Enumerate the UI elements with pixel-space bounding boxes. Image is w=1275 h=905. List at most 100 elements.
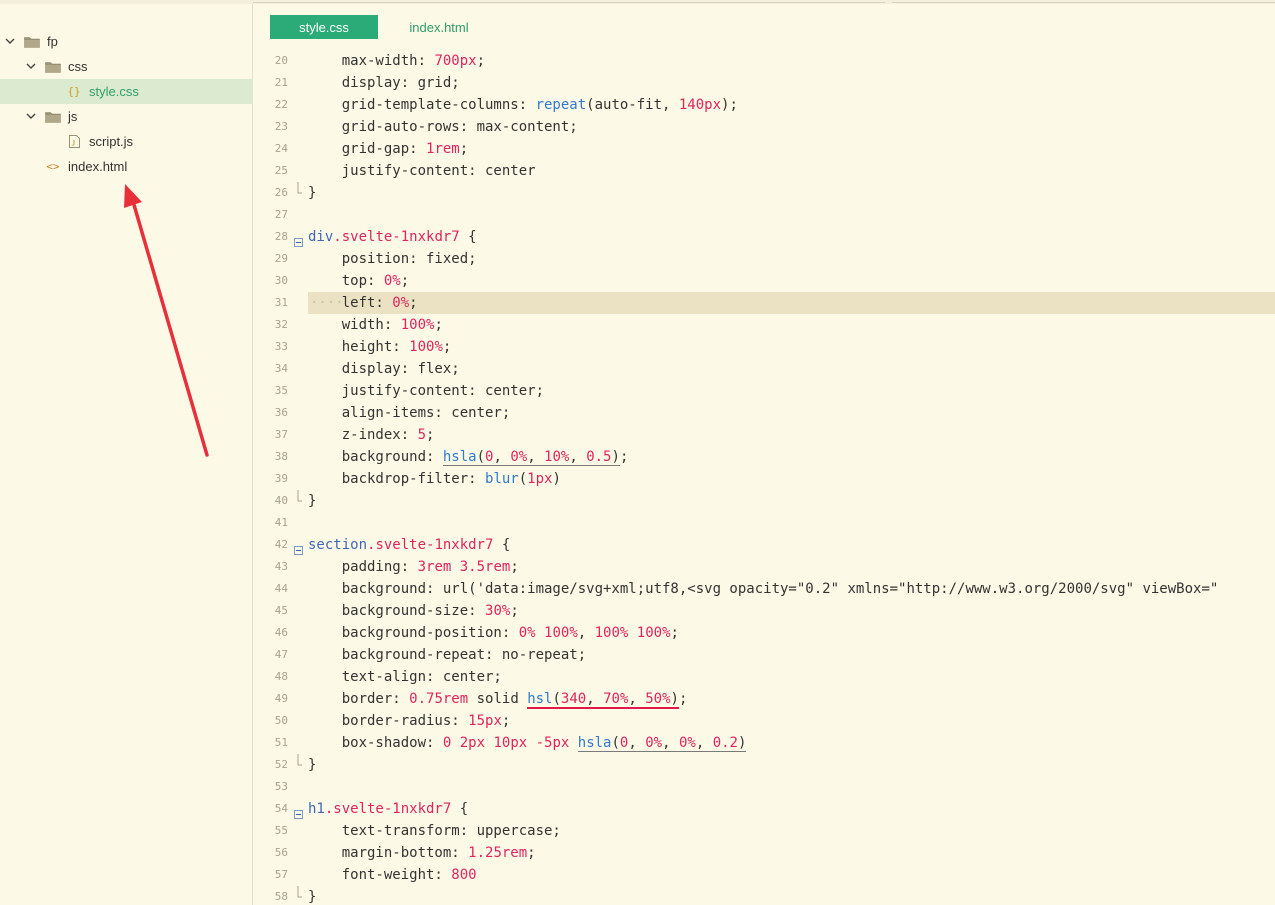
code-line[interactable]: 56 margin-bottom: 1.25rem;: [254, 842, 1275, 864]
line-number: 28: [274, 230, 288, 243]
code-text: height: 100%;: [308, 336, 452, 358]
code-line[interactable]: 58}: [254, 886, 1275, 905]
code-token: (: [476, 449, 486, 466]
code-token: top:: [308, 273, 384, 289]
line-number: 38: [274, 450, 288, 463]
line-number: 47: [274, 648, 288, 661]
code-line[interactable]: 41: [254, 512, 1275, 534]
tree-item-style-css[interactable]: {} style.css: [0, 79, 253, 104]
code-token: ;: [670, 625, 679, 641]
code-token: ): [611, 449, 620, 466]
code-line[interactable]: 48 text-align: center;: [254, 666, 1275, 688]
tree-item-label: script.js: [89, 134, 134, 149]
code-line[interactable]: 47 background-repeat: no-repeat;: [254, 644, 1275, 666]
code-token: ,: [527, 449, 545, 466]
tree-item-fp[interactable]: fp: [0, 29, 253, 54]
line-number: 25: [274, 164, 288, 177]
code-text: grid-auto-rows: max-content;: [308, 116, 578, 138]
code-token: 30: [485, 603, 502, 619]
code-line[interactable]: 20 max-width: 700px;: [254, 50, 1275, 72]
code-line[interactable]: 50 border-radius: 15px;: [254, 710, 1275, 732]
code-line[interactable]: 54 h1.svelte-1nxkdr7 {: [254, 798, 1275, 820]
code-token: ;: [510, 603, 519, 619]
code-line[interactable]: 43 padding: 3rem 3.5rem;: [254, 556, 1275, 578]
code-token: 1: [527, 471, 536, 487]
code-line[interactable]: 53: [254, 776, 1275, 798]
code-token: border-radius:: [308, 713, 469, 729]
code-line[interactable]: 26}: [254, 182, 1275, 204]
tab-index-html[interactable]: index.html: [394, 15, 484, 39]
code-line[interactable]: 30 top: 0%;: [254, 270, 1275, 292]
code-line[interactable]: 23 grid-auto-rows: max-content;: [254, 116, 1275, 138]
tree-item-js[interactable]: js: [0, 104, 253, 129]
code-line[interactable]: 49 border: 0.75rem solid hsl(340, 70%, 5…: [254, 688, 1275, 710]
code-text: text-align: center;: [308, 666, 502, 688]
code-line[interactable]: 24 grid-gap: 1rem;: [254, 138, 1275, 160]
tree-item-script-js[interactable]: script.js: [0, 129, 253, 154]
code-text-wrap: section.svelte-1nxkdr7 {: [308, 534, 1275, 556]
line-number: 52: [274, 758, 288, 771]
code-text: }: [308, 182, 316, 204]
code-line[interactable]: 25 justify-content: center: [254, 160, 1275, 182]
code-text: width: 100%;: [308, 314, 443, 336]
code-line[interactable]: 45 background-size: 30%;: [254, 600, 1275, 622]
code-token: repeat: [535, 97, 587, 113]
fold-toggle-icon[interactable]: [294, 540, 303, 555]
code-line[interactable]: 44 background: url('data:image/svg+xml;u…: [254, 578, 1275, 600]
code-line[interactable]: 33 height: 100%;: [254, 336, 1275, 358]
code-line[interactable]: 22 grid-template-columns: repeat(auto-fi…: [254, 94, 1275, 116]
line-number: 54: [274, 802, 288, 815]
code-line[interactable]: 55 text-transform: uppercase;: [254, 820, 1275, 842]
fold-end-marker: [294, 490, 303, 505]
chevron-down-icon[interactable]: [4, 36, 16, 48]
code-line[interactable]: 28 div.svelte-1nxkdr7 {: [254, 226, 1275, 248]
fold-toggle-icon[interactable]: [294, 232, 303, 247]
code-line[interactable]: 34 display: flex;: [254, 358, 1275, 380]
code-editor: style.css index.html 20 max-width: 700px…: [254, 4, 1275, 905]
code-line[interactable]: 38 background: hsla(0, 0%, 10%, 0.5);: [254, 446, 1275, 468]
code-text: max-width: 700px;: [308, 50, 485, 72]
code-line[interactable]: 29 position: fixed;: [254, 248, 1275, 270]
code-token: ): [737, 735, 747, 752]
tree-item-css[interactable]: css: [0, 54, 253, 79]
code-line[interactable]: 52}: [254, 754, 1275, 776]
code-line[interactable]: 35 justify-content: center;: [254, 380, 1275, 402]
code-text: box-shadow: 0 2px 10px -5px hsla(0, 0%, …: [308, 732, 747, 754]
code-token: 15: [468, 713, 486, 729]
code-line[interactable]: 40}: [254, 490, 1275, 512]
code-token: rem: [485, 559, 511, 575]
code-token: ,: [695, 735, 713, 752]
chevron-down-icon[interactable]: [25, 111, 37, 123]
code-line[interactable]: 46 background-position: 0% 100%, 100% 10…: [254, 622, 1275, 644]
code-line[interactable]: 39 backdrop-filter: blur(1px): [254, 468, 1275, 490]
code-line[interactable]: 36 align-items: center;: [254, 402, 1275, 424]
code-line[interactable]: 42 section.svelte-1nxkdr7 {: [254, 534, 1275, 556]
code-token: 10: [544, 449, 561, 466]
code-line[interactable]: 31 ···· left: 0%;: [254, 292, 1275, 314]
code-token: backdrop-filter:: [308, 471, 486, 487]
code-token: background-size:: [308, 603, 486, 619]
code-line[interactable]: 37 z-index: 5;: [254, 424, 1275, 446]
code-token: 5: [417, 427, 427, 443]
code-line[interactable]: 51 box-shadow: 0 2px 10px -5px hsla(0, 0…: [254, 732, 1275, 754]
code-token: ,: [577, 625, 595, 641]
code-line[interactable]: 57 font-weight: 800: [254, 864, 1275, 886]
code-line[interactable]: 21 display: grid;: [254, 72, 1275, 94]
code-line[interactable]: 32 width: 100%;: [254, 314, 1275, 336]
code-token: ;: [678, 691, 688, 707]
fold-end-marker: [294, 182, 303, 197]
code-token: .svelte-1nxkdr7: [367, 537, 494, 553]
code-token: ;: [510, 559, 519, 575]
code-text-wrap: padding: 3rem 3.5rem;: [308, 556, 1275, 578]
code-text-wrap: grid-auto-rows: max-content;: [308, 116, 1275, 138]
code-line[interactable]: 27: [254, 204, 1275, 226]
code-token: 0: [510, 449, 519, 466]
chevron-down-icon[interactable]: [25, 61, 37, 73]
code-text-wrap: top: 0%;: [308, 270, 1275, 292]
fold-end-marker: [294, 754, 303, 769]
tree-item-index-html[interactable]: <> index.html: [0, 154, 253, 179]
fold-toggle-icon[interactable]: [294, 804, 303, 819]
tab-style-css[interactable]: style.css: [270, 15, 378, 39]
code-text-wrap: font-weight: 800: [308, 864, 1275, 886]
code-token: section: [308, 537, 368, 553]
